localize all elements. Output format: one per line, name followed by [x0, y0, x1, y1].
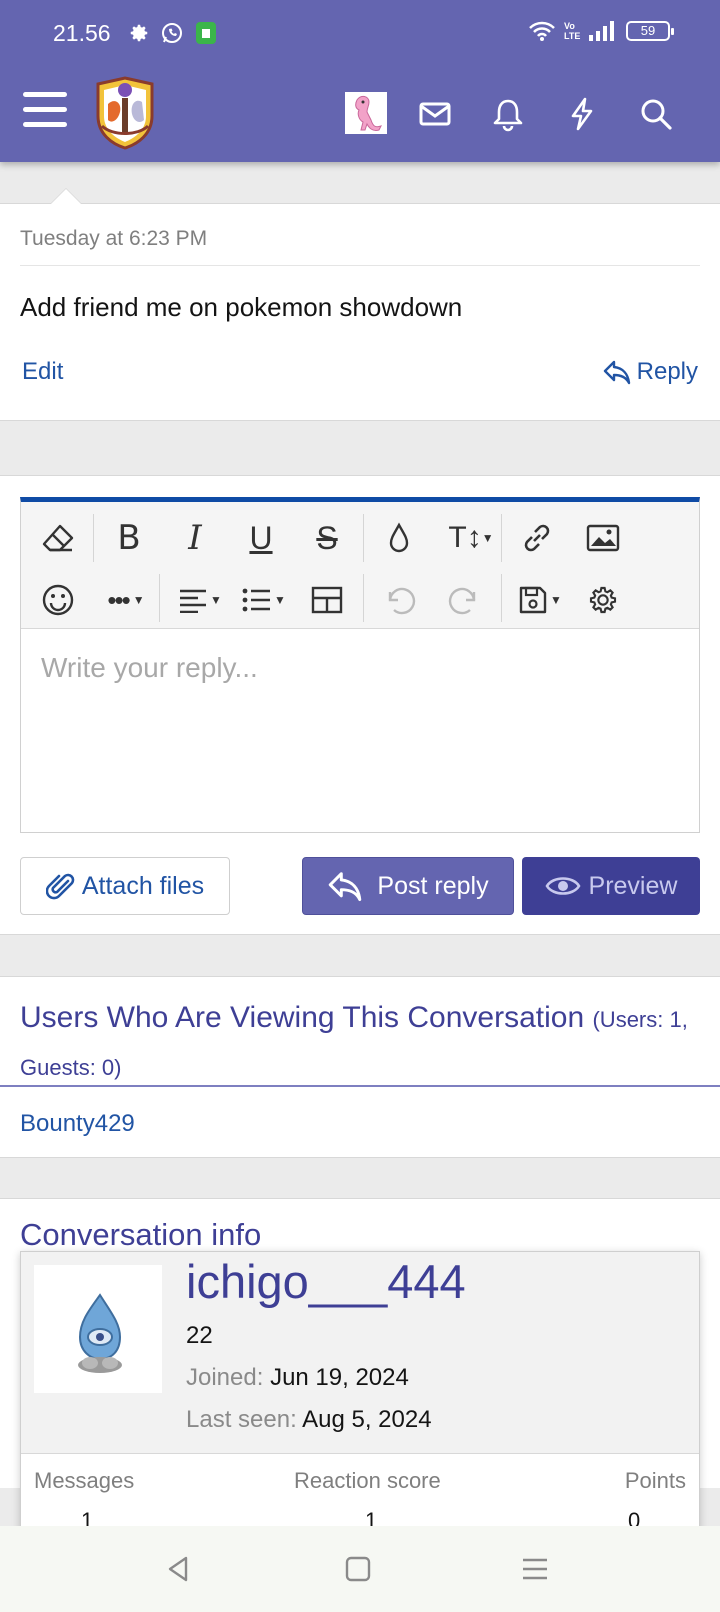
member-tooltip-card: ichigo___444 22 Joined: Jun 19, 2024 Las…	[20, 1251, 700, 1533]
toolbar-separator	[93, 514, 94, 562]
status-right-icons: Vo LTE 59	[528, 20, 674, 42]
member-avatar[interactable]	[34, 1265, 162, 1393]
user-avatar-image	[355, 95, 382, 131]
drafts-icon[interactable]: ▼	[511, 578, 569, 622]
menu-icon[interactable]	[23, 92, 67, 128]
align-icon[interactable]: ▼	[171, 578, 229, 622]
viewers-panel: Users Who Are Viewing This Conversation …	[0, 976, 720, 1158]
italic-icon[interactable]: I	[173, 516, 217, 560]
table-icon[interactable]	[305, 578, 349, 622]
link-icon[interactable]	[515, 516, 559, 560]
user-avatar[interactable]	[345, 92, 387, 134]
attach-files-button[interactable]: Attach files	[20, 857, 230, 915]
member-avatar-image	[78, 1293, 122, 1373]
emoji-icon[interactable]	[36, 578, 80, 622]
post-reply-label: Post reply	[377, 871, 489, 900]
reply-icon	[329, 872, 362, 902]
member-card-header: ichigo___444 22 Joined: Jun 19, 2024 Las…	[21, 1252, 699, 1454]
stat-reaction-score-label: Reaction score	[294, 1468, 441, 1493]
font-size-icon[interactable]: T↕ ▼	[441, 516, 501, 560]
last-seen-value: Aug 5, 2024	[302, 1406, 432, 1433]
joined-label: Joined:	[186, 1364, 264, 1391]
joined-value: Jun 19, 2024	[270, 1364, 409, 1391]
gear-icon[interactable]	[581, 578, 625, 622]
status-left-icons	[128, 20, 218, 46]
home-icon[interactable]	[343, 1554, 373, 1584]
battery-indicator: 59	[626, 21, 674, 41]
reply-link[interactable]: Reply	[603, 358, 698, 386]
member-joined: Joined: Jun 19, 2024	[186, 1364, 409, 1392]
rich-text-editor: B I U S T↕ ▼ ••• ▼ ▼ ▼ ▼ Write your reply.…	[20, 497, 700, 833]
member-username[interactable]: ichigo___444	[186, 1254, 466, 1309]
stat-points-label: Points	[624, 1468, 686, 1493]
status-time: 21.56	[53, 20, 111, 46]
paperclip-icon	[45, 873, 75, 900]
bell-icon[interactable]	[490, 96, 526, 132]
message-divider	[20, 265, 700, 266]
member-last-seen: Last seen: Aug 5, 2024	[186, 1406, 432, 1434]
whatsapp-status-icon	[162, 23, 182, 43]
remove-format-icon[interactable]	[36, 516, 80, 560]
message-panel: Tuesday at 6:23 PM Add friend me on poke…	[0, 188, 720, 421]
last-seen-label: Last seen:	[186, 1406, 297, 1433]
lightning-icon[interactable]	[564, 96, 600, 132]
toolbar-separator	[363, 574, 364, 622]
message-date[interactable]: Tuesday at 6:23 PM	[20, 227, 207, 251]
attach-files-label: Attach files	[81, 871, 205, 900]
toolbar-separator	[363, 514, 364, 562]
member-age: 22	[186, 1322, 213, 1349]
conversation-info-title: Conversation info	[20, 1217, 262, 1252]
message-pointer	[50, 188, 82, 204]
eye-icon	[545, 877, 581, 895]
back-icon[interactable]	[164, 1554, 194, 1584]
preview-button[interactable]: Preview	[522, 857, 700, 915]
search-icon[interactable]	[638, 96, 674, 132]
navigation-bar	[0, 70, 720, 155]
viewers-heading: Users Who Are Viewing This Conversation …	[20, 995, 710, 1091]
status-bar: 21.56 Vo LTE 59	[0, 18, 720, 48]
toolbar-separator	[501, 574, 502, 622]
list-icon[interactable]: ▼	[235, 578, 293, 622]
message-body: Add friend me on pokemon showdown	[20, 292, 463, 322]
forum-logo[interactable]	[92, 76, 158, 150]
more-options-icon[interactable]: ••• ▼	[97, 578, 155, 622]
app-status-icon	[196, 22, 216, 44]
reply-label: Reply	[636, 358, 698, 385]
bold-icon[interactable]: B	[107, 516, 151, 560]
reply-icon	[603, 360, 630, 385]
viewers-divider	[0, 1085, 720, 1087]
redo-icon[interactable]	[443, 578, 487, 622]
stat-messages-label: Messages	[34, 1468, 135, 1493]
editor-toolbar: B I U S T↕ ▼ ••• ▼ ▼ ▼ ▼	[21, 502, 699, 629]
volte-indicator: Vo LTE	[564, 21, 581, 41]
undo-icon[interactable]	[377, 578, 421, 622]
edit-link[interactable]: Edit	[22, 358, 63, 386]
viewer-username[interactable]: Bounty429	[20, 1110, 135, 1138]
wifi-icon	[529, 21, 555, 41]
image-icon[interactable]	[581, 516, 625, 560]
post-reply-button[interactable]: Post reply	[302, 857, 514, 915]
preview-label: Preview	[588, 871, 678, 900]
toolbar-separator	[501, 514, 502, 562]
mail-icon[interactable]	[417, 96, 453, 132]
signal-icon	[589, 21, 614, 41]
underline-icon[interactable]: U	[239, 516, 283, 560]
text-color-icon[interactable]	[377, 516, 421, 560]
viewers-title: Users Who Are Viewing This Conversation	[20, 1001, 585, 1034]
toolbar-separator	[159, 574, 160, 622]
system-navigation-bar	[0, 1526, 720, 1612]
reply-textarea[interactable]: Write your reply...	[41, 652, 258, 684]
recents-icon[interactable]	[520, 1554, 550, 1584]
strikethrough-icon[interactable]: S	[305, 516, 349, 560]
settings-status-icon	[130, 24, 148, 42]
top-app-bar: 21.56 Vo LTE 59	[0, 0, 720, 162]
